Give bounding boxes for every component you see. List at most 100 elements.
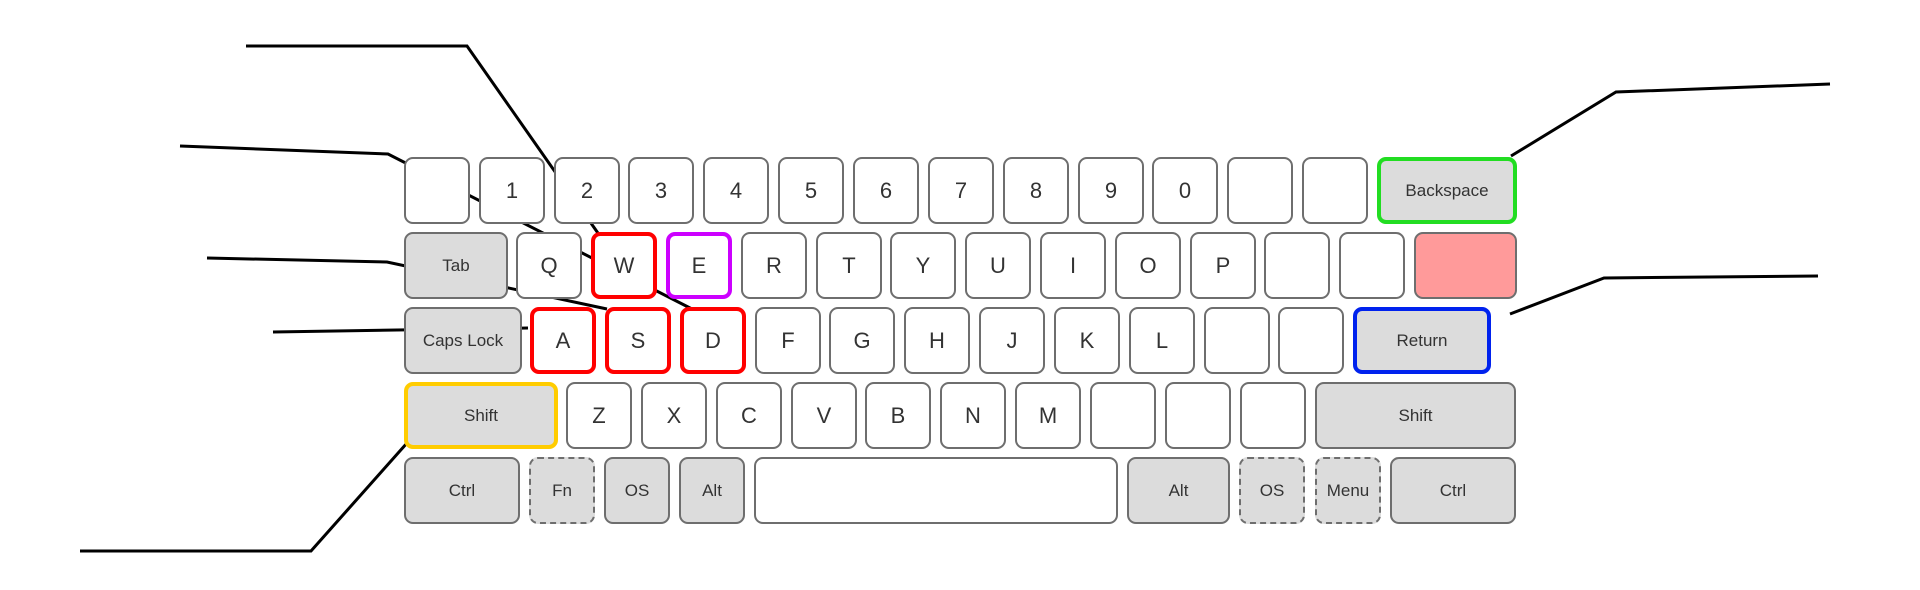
key-o[interactable]: O	[1115, 232, 1181, 299]
key-d[interactable]: D	[680, 307, 746, 374]
key-3[interactable]: 3	[628, 157, 694, 224]
backspace-key[interactable]: Backspace	[1377, 157, 1517, 224]
key-s[interactable]: S	[605, 307, 671, 374]
left-shift-key-label: Shift	[463, 405, 499, 425]
blank-key-3[interactable]	[1302, 157, 1368, 224]
right-alt-key[interactable]: Alt	[1127, 457, 1230, 524]
key-b-label: B	[890, 402, 906, 428]
key-6[interactable]: 6	[853, 157, 919, 224]
left-shift-key[interactable]: Shift	[404, 382, 558, 449]
key-l-label: L	[1155, 327, 1169, 353]
blank-key-4[interactable]	[1264, 232, 1330, 299]
right-ctrl-key-label: Ctrl	[1439, 480, 1467, 500]
key-n[interactable]: N	[940, 382, 1006, 449]
right-ctrl-key[interactable]: Ctrl	[1390, 457, 1516, 524]
leader-line-shift	[80, 442, 409, 553]
key-x-label: X	[666, 402, 682, 428]
blank-key-5[interactable]	[1339, 232, 1405, 299]
left-alt-key-label: Alt	[702, 480, 722, 500]
key-a[interactable]: A	[530, 307, 596, 374]
key-7-label: 7	[954, 177, 968, 203]
key-a-label: A	[555, 327, 571, 353]
key-1-label: 1	[505, 177, 519, 203]
blank-key-1[interactable]	[404, 157, 470, 224]
key-0-label: 0	[1178, 177, 1192, 203]
key-b[interactable]: B	[865, 382, 931, 449]
key-c-label: C	[741, 402, 757, 428]
key-w-label: W	[613, 252, 635, 278]
left-os-key-label: OS	[624, 480, 650, 500]
key-g-label: G	[853, 327, 871, 353]
key-t-label: T	[842, 252, 856, 278]
key-4[interactable]: 4	[703, 157, 769, 224]
key-v[interactable]: V	[791, 382, 857, 449]
key-p[interactable]: P	[1190, 232, 1256, 299]
blank-key-8[interactable]	[1090, 382, 1156, 449]
key-5[interactable]: 5	[778, 157, 844, 224]
key-u[interactable]: U	[965, 232, 1031, 299]
key-k-label: K	[1079, 327, 1095, 353]
right-shift-key-label: Shift	[1398, 405, 1433, 425]
key-6-label: 6	[879, 177, 893, 203]
key-x[interactable]: X	[641, 382, 707, 449]
key-f[interactable]: F	[755, 307, 821, 374]
key-z[interactable]: Z	[566, 382, 632, 449]
tab-key[interactable]: Tab	[404, 232, 508, 299]
key-5-label: 5	[804, 177, 818, 203]
key-w[interactable]: W	[591, 232, 657, 299]
key-4-label: 4	[729, 177, 743, 203]
key-q-label: Q	[540, 252, 558, 278]
blank-key-7[interactable]	[1278, 307, 1344, 374]
key-m-label: M	[1038, 402, 1058, 428]
key-h[interactable]: H	[904, 307, 970, 374]
leader-line-return	[1509, 274, 1819, 316]
backspace-key-label: Backspace	[1405, 180, 1489, 200]
left-ctrl-key[interactable]: Ctrl	[404, 457, 520, 524]
pink-key[interactable]	[1414, 232, 1517, 299]
key-i[interactable]: I	[1040, 232, 1106, 299]
key-m[interactable]: M	[1015, 382, 1081, 449]
blank-key-6[interactable]	[1204, 307, 1270, 374]
key-7[interactable]: 7	[928, 157, 994, 224]
right-os-key[interactable]: OS	[1239, 457, 1305, 524]
fn-key[interactable]: Fn	[529, 457, 595, 524]
blank-key-2[interactable]	[1227, 157, 1293, 224]
key-r[interactable]: R	[741, 232, 807, 299]
menu-key[interactable]: Menu	[1315, 457, 1381, 524]
return-key[interactable]: Return	[1353, 307, 1491, 374]
key-k[interactable]: K	[1054, 307, 1120, 374]
key-u-label: U	[990, 252, 1006, 278]
right-os-key-label: OS	[1259, 480, 1285, 500]
fn-key-label: Fn	[552, 480, 572, 500]
key-e[interactable]: E	[666, 232, 732, 299]
menu-key-label: Menu	[1326, 480, 1370, 500]
key-e-label: E	[691, 252, 707, 278]
blank-key-10[interactable]	[1240, 382, 1306, 449]
key-8-label: 8	[1029, 177, 1043, 203]
key-l[interactable]: L	[1129, 307, 1195, 374]
key-f-label: F	[781, 327, 795, 353]
key-r-label: R	[766, 252, 782, 278]
caps-lock-key[interactable]: Caps Lock	[404, 307, 522, 374]
key-c[interactable]: C	[716, 382, 782, 449]
tab-key-label: Tab	[442, 255, 470, 275]
key-2[interactable]: 2	[554, 157, 620, 224]
key-9[interactable]: 9	[1078, 157, 1144, 224]
key-i-label: I	[1069, 252, 1077, 278]
right-shift-key[interactable]: Shift	[1315, 382, 1516, 449]
key-j[interactable]: J	[979, 307, 1045, 374]
key-n-label: N	[965, 402, 981, 428]
key-g[interactable]: G	[829, 307, 895, 374]
left-os-key[interactable]: OS	[604, 457, 670, 524]
key-t[interactable]: T	[816, 232, 882, 299]
key-j-label: J	[1006, 327, 1018, 353]
key-0[interactable]: 0	[1152, 157, 1218, 224]
key-y[interactable]: Y	[890, 232, 956, 299]
spacebar[interactable]	[754, 457, 1118, 524]
blank-key-9[interactable]	[1165, 382, 1231, 449]
key-8[interactable]: 8	[1003, 157, 1069, 224]
key-1[interactable]: 1	[479, 157, 545, 224]
key-9-label: 9	[1104, 177, 1118, 203]
key-q[interactable]: Q	[516, 232, 582, 299]
left-alt-key[interactable]: Alt	[679, 457, 745, 524]
